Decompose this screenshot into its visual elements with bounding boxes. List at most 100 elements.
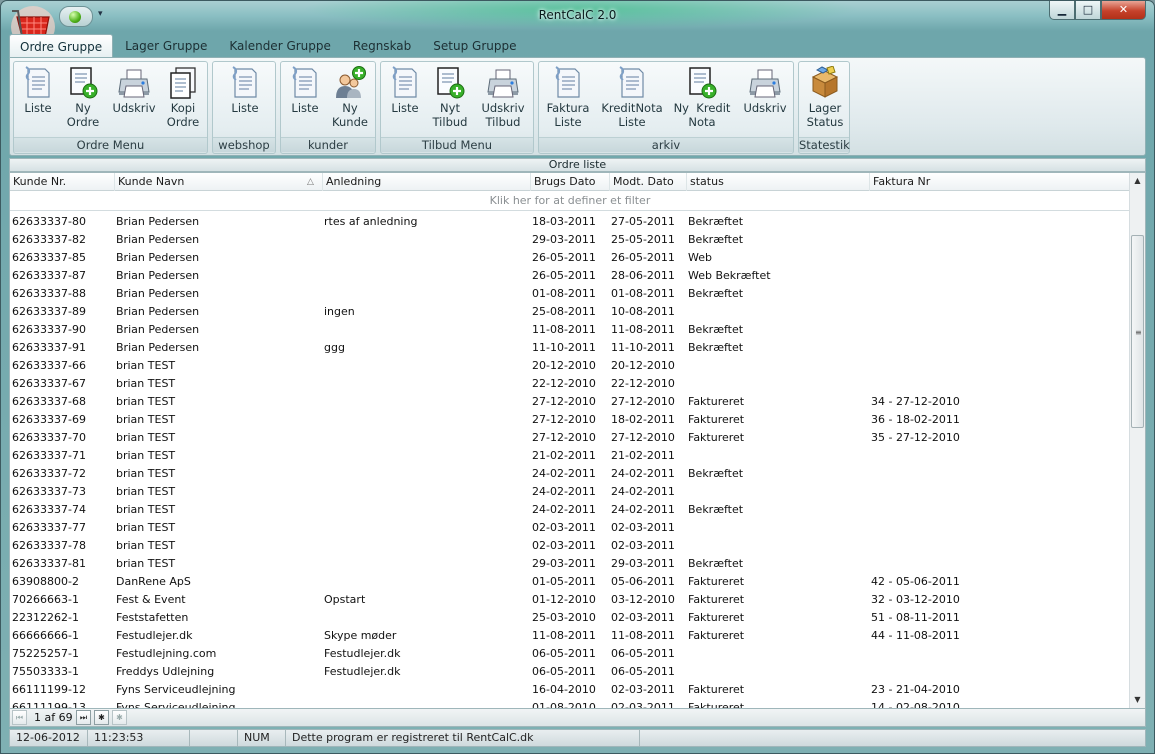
vertical-scrollbar[interactable]: ▲ ≡ ▼ [1129, 173, 1145, 708]
new-record-button[interactable]: ✱ [94, 710, 109, 725]
table-row[interactable]: 62633337-66 brian TEST 20-12-2010 20-12-201… [10, 357, 1130, 375]
filter-record-button[interactable]: ✱ [112, 710, 127, 725]
table-row[interactable]: 62633337-70 brian TEST 27-12-2010 27-12-201… [10, 429, 1130, 447]
cell-kunde-navn: brian TEST [116, 413, 176, 426]
ribbon-button-udskriv-tilbud[interactable]: Udskriv Tilbud [475, 66, 531, 129]
table-row[interactable]: 62633337-68 brian TEST 27-12-2010 27-12-201… [10, 393, 1130, 411]
list-icon [595, 66, 669, 100]
table-row[interactable]: 62633337-85 Brian Pedersen 26-05-2011 26-05… [10, 249, 1130, 267]
cell-brugs-dato: 25-03-2010 [532, 611, 596, 624]
cell-kunde-navn: DanRene ApS [116, 575, 191, 588]
cell-kunde-navn: Brian Pedersen [116, 323, 200, 336]
cell-brugs-dato: 11-08-2011 [532, 323, 596, 336]
ribbon-button-ny-kredit-nota[interactable]: Ny Kredit Nota [671, 66, 733, 129]
scroll-up-icon[interactable]: ▲ [1130, 173, 1145, 189]
table-row[interactable]: 62633337-73 brian TEST 24-02-2011 24-02-201… [10, 483, 1130, 501]
ribbon-button-kreditnota-liste[interactable]: KreditNota Liste [595, 66, 669, 129]
column-header-faktura-nr[interactable]: Faktura Nr [869, 173, 1130, 191]
table-row[interactable]: 62633337-81 brian TEST 29-03-2011 29-03-201… [10, 555, 1130, 573]
ribbon-tabs: Ordre Gruppe Lager Gruppe Kalender Grupp… [9, 34, 528, 58]
ribbon-button-liste[interactable]: Liste [386, 66, 424, 115]
cell-modt-dato: 02-03-2011 [611, 521, 675, 534]
ribbon-button-ny-kunde[interactable]: Ny Kunde [328, 66, 372, 129]
last-page-button[interactable]: ⏭ [76, 710, 91, 725]
table-row[interactable]: 66111199-13 Fyns Serviceudlejning 01-08-20… [10, 699, 1130, 708]
first-page-button[interactable]: ⏮ [12, 710, 27, 725]
ribbon-button-nyt-tilbud[interactable]: Nyt Tilbud [425, 66, 475, 129]
ribbon-button-liste[interactable]: Liste [217, 66, 273, 115]
list-icon [286, 66, 324, 100]
table-row[interactable]: 62633337-74 brian TEST 24-02-2011 24-02-201… [10, 501, 1130, 519]
cell-modt-dato: 11-08-2011 [611, 323, 675, 336]
table-row[interactable]: 62633337-82 Brian Pedersen 29-03-2011 25-05… [10, 231, 1130, 249]
table-row[interactable]: 62633337-91 Brian Pedersen ggg 11-10-2011 11… [10, 339, 1130, 357]
tab-regnskab[interactable]: Regnskab [343, 34, 421, 58]
cell-status: Faktureret [688, 413, 745, 426]
table-row[interactable]: 62633337-87 Brian Pedersen 26-05-2011 28-06… [10, 267, 1130, 285]
table-row[interactable]: 62633337-90 Brian Pedersen 11-08-2011 11-08… [10, 321, 1130, 339]
cell-brugs-dato: 11-10-2011 [532, 341, 596, 354]
quick-access-dropdown-icon[interactable]: ▾ [98, 9, 103, 19]
cell-kunde-navn: brian TEST [116, 485, 176, 498]
scroll-thumb[interactable]: ≡ [1131, 235, 1144, 428]
cell-kunde-nr: 62633337-78 [12, 539, 86, 552]
column-header-kunde-navn[interactable]: Kunde Navn △ [114, 173, 322, 191]
cell-kunde-nr: 62633337-80 [12, 215, 86, 228]
column-header-kunde-nr[interactable]: Kunde Nr. [10, 173, 114, 191]
cell-status: Web [688, 251, 712, 264]
table-row[interactable]: 62633337-89 Brian Pedersen ingen 25-08-2011… [10, 303, 1130, 321]
ribbon-button-lager-status[interactable]: Lager Status [802, 66, 848, 129]
table-row[interactable]: 63908800-2 DanRene ApS 01-05-2011 05-06-201… [10, 573, 1130, 591]
column-header-status[interactable]: status [686, 173, 869, 191]
ribbon-button-udskriv[interactable]: Udskriv [737, 66, 793, 115]
table-row[interactable]: 62633337-72 brian TEST 24-02-2011 24-02-201… [10, 465, 1130, 483]
column-header-brugs-dato[interactable]: Brugs Dato [530, 173, 609, 191]
table-row[interactable]: 70266663-1 Fest & Event Opstart 01-12-2010 0… [10, 591, 1130, 609]
table-row[interactable]: 62633337-77 brian TEST 02-03-2011 02-03-201… [10, 519, 1130, 537]
ribbon-button-liste[interactable]: Liste [286, 66, 324, 115]
tab-setup-gruppe[interactable]: Setup Gruppe [423, 34, 526, 58]
table-row[interactable]: 66666666-1 Festudlejer.dk Skype møder 11-08… [10, 627, 1130, 645]
table-row[interactable]: 62633337-88 Brian Pedersen 01-08-2011 01-08… [10, 285, 1130, 303]
column-header-anledning[interactable]: Anledning [322, 173, 530, 191]
ribbon-button-faktura-liste[interactable]: Faktura Liste [542, 66, 594, 129]
table-row[interactable]: 62633337-78 brian TEST 02-03-2011 02-03-201… [10, 537, 1130, 555]
ribbon-button-liste[interactable]: Liste [19, 66, 57, 115]
cell-status: Faktureret [688, 611, 745, 624]
column-header-modt-dato[interactable]: Modt. Dato [609, 173, 686, 191]
ribbon-group-kunder: Liste Ny Kunde kunder [280, 61, 376, 154]
minimize-button[interactable]: ▁ [1049, 1, 1075, 20]
cell-kunde-navn: Brian Pedersen [116, 251, 200, 264]
table-row[interactable]: 22312262-1 Feststafetten 25-03-2010 02-03-2… [10, 609, 1130, 627]
save-icon[interactable] [69, 11, 81, 23]
quick-access-toolbar[interactable] [59, 6, 93, 27]
tab-lager-gruppe[interactable]: Lager Gruppe [115, 34, 217, 58]
cell-modt-dato: 06-05-2011 [611, 665, 675, 678]
cell-kunde-navn: Brian Pedersen [116, 215, 200, 228]
ribbon-button-udskriv[interactable]: Udskriv [104, 66, 164, 115]
table-row[interactable]: 62633337-67 brian TEST 22-12-2010 22-12-201… [10, 375, 1130, 393]
table-row[interactable]: 62633337-69 brian TEST 27-12-2010 18-02-201… [10, 411, 1130, 429]
filter-row[interactable]: Klik her for at definer et filter [10, 191, 1130, 211]
cell-brugs-dato: 11-08-2011 [532, 629, 596, 642]
table-row[interactable]: 75503333-1 Freddys Udlejning Festudlejer.d… [10, 663, 1130, 681]
cell-anledning: ggg [324, 341, 345, 354]
ribbon-button-ny-ordre[interactable]: Ny Ordre [58, 66, 108, 129]
scroll-down-icon[interactable]: ▼ [1130, 692, 1145, 708]
table-row[interactable]: 62633337-71 brian TEST 21-02-2011 21-02-201… [10, 447, 1130, 465]
table-row[interactable]: 75225257-1 Festudlejning.com Festudlejer.d… [10, 645, 1130, 663]
cell-modt-dato: 11-10-2011 [611, 341, 675, 354]
ribbon-button-kopi-ordre[interactable]: Kopi Ordre [161, 66, 205, 129]
maximize-button[interactable]: □ [1075, 1, 1101, 20]
cell-brugs-dato: 02-03-2011 [532, 539, 596, 552]
table-row[interactable]: 66111199-12 Fyns Serviceudlejning 16-04-20… [10, 681, 1130, 699]
table-row[interactable]: 62633337-80 Brian Pedersen rtes af anledni… [10, 213, 1130, 231]
cell-status: Bekræftet [688, 323, 744, 336]
tab-ordre-gruppe[interactable]: Ordre Gruppe [9, 34, 114, 58]
tab-kalender-gruppe[interactable]: Kalender Gruppe [219, 34, 341, 58]
grid-rows: 62633337-80 Brian Pedersen rtes af anledni… [10, 213, 1130, 708]
cell-brugs-dato: 24-02-2011 [532, 467, 596, 480]
cell-kunde-nr: 62633337-89 [12, 305, 86, 318]
cell-brugs-dato: 01-08-2011 [532, 287, 596, 300]
close-button[interactable]: ✕ [1101, 1, 1146, 20]
